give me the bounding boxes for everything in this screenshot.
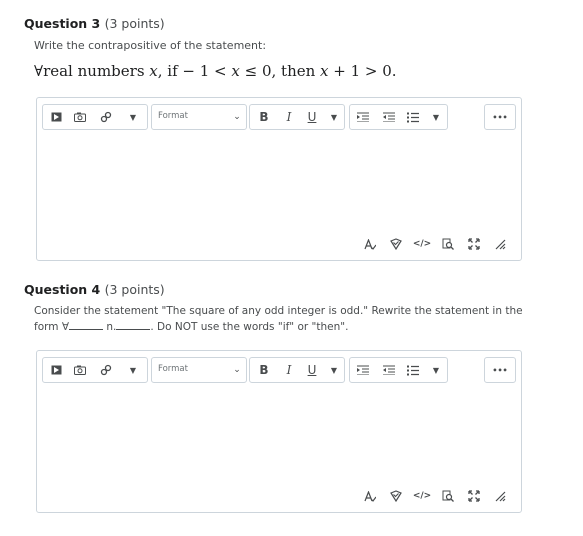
question-title-text: Question 4 [24,282,101,297]
fullscreen-icon[interactable] [461,236,487,252]
math-text: , if [157,62,183,80]
math-text: + 1 > 0. [328,62,397,80]
question-points: (3 points) [104,16,165,31]
paragraph-group: ▼ [349,104,448,130]
blank-1 [69,319,104,330]
answer-editor-q3[interactable]: ▼ Format ⌄ B I U ▼ ▼ ••• </> [36,97,522,261]
chevron-down-icon: ⌄ [233,112,241,122]
math-text: − 1 < [182,62,232,80]
more-icon: ••• [492,365,508,375]
prompt-text: n. [106,321,117,333]
insert-group: ▼ [42,104,148,130]
question-3-statement: ∀real numbers x, if − 1 < x ≤ 0, then x … [34,62,534,80]
more-icon: ••• [492,112,508,122]
editor-footer-tools: </> [357,488,513,504]
outdent-icon[interactable] [382,358,396,382]
spellcheck-icon[interactable] [357,488,383,504]
blank-2 [116,319,151,330]
insert-stuff-icon[interactable] [73,105,87,129]
resize-handle-icon[interactable] [487,236,513,252]
math-text: real numbers [43,62,150,80]
question-4: Question 4 (3 points) Consider the state… [24,282,534,335]
math-text: ≤ 0, then [239,62,321,80]
question-3-title: Question 3 (3 points) [24,16,534,31]
paragraph-group: ▼ [349,357,448,383]
list-icon[interactable] [406,358,420,382]
indent-icon[interactable] [356,105,370,129]
indent-icon[interactable] [356,358,370,382]
italic-button[interactable]: I [281,358,297,382]
style-dropdown-icon[interactable]: ▼ [328,105,340,129]
accessibility-checker-icon[interactable] [383,488,409,504]
question-4-prompt: Consider the statement "The square of an… [34,303,534,335]
text-style-group: B I U ▼ [249,357,345,383]
chevron-down-icon: ⌄ [233,365,241,375]
answer-editor-q4[interactable]: ▼ Format ⌄ B I U ▼ ▼ ••• </> [36,350,522,513]
preview-icon[interactable] [435,488,461,504]
editor-footer-tools: </> [357,236,513,252]
bold-button[interactable]: B [256,358,272,382]
math-var: x [320,62,329,80]
fullscreen-icon[interactable] [461,488,487,504]
source-code-icon[interactable]: </> [409,488,435,504]
bold-button[interactable]: B [256,105,272,129]
format-select[interactable]: Format ⌄ [151,104,247,130]
question-points: (3 points) [104,282,165,297]
underline-button[interactable]: U [304,358,320,382]
accessibility-checker-icon[interactable] [383,236,409,252]
insert-stuff-icon[interactable] [73,358,87,382]
source-code-icon[interactable]: </> [409,236,435,252]
insert-link-icon[interactable] [99,358,113,382]
style-dropdown-icon[interactable]: ▼ [328,358,340,382]
insert-image-icon[interactable] [49,105,63,129]
insert-dropdown-icon[interactable]: ▼ [127,105,139,129]
prompt-text: Consider the statement "The square of an… [34,305,523,317]
math-var: x [231,62,240,80]
more-options-button[interactable]: ••• [484,104,516,130]
insert-link-icon[interactable] [99,105,113,129]
more-options-button[interactable]: ••• [484,357,516,383]
preview-icon[interactable] [435,236,461,252]
format-select[interactable]: Format ⌄ [151,357,247,383]
prompt-text: . Do NOT use the words "if" or "then". [150,321,349,333]
editor-toolbar: ▼ Format ⌄ B I U ▼ ▼ ••• [42,104,516,130]
paragraph-dropdown-icon[interactable]: ▼ [430,105,442,129]
insert-group: ▼ [42,357,148,383]
insert-dropdown-icon[interactable]: ▼ [127,358,139,382]
question-4-title: Question 4 (3 points) [24,282,534,297]
forall-symbol: ∀ [34,62,44,80]
spellcheck-icon[interactable] [357,236,383,252]
text-style-group: B I U ▼ [249,104,345,130]
format-label: Format [158,111,188,121]
format-label: Format [158,364,188,374]
underline-button[interactable]: U [304,105,320,129]
outdent-icon[interactable] [382,105,396,129]
insert-image-icon[interactable] [49,358,63,382]
math-var: x [149,62,158,80]
question-3-prompt: Write the contrapositive of the statemen… [34,39,267,52]
question-title-text: Question 3 [24,16,101,31]
italic-button[interactable]: I [281,105,297,129]
list-icon[interactable] [406,105,420,129]
resize-handle-icon[interactable] [487,488,513,504]
question-3: Question 3 (3 points) Write the contrapo… [24,16,534,80]
prompt-text: form ∀ [34,321,70,333]
editor-toolbar: ▼ Format ⌄ B I U ▼ ▼ ••• [42,357,516,383]
paragraph-dropdown-icon[interactable]: ▼ [430,358,442,382]
